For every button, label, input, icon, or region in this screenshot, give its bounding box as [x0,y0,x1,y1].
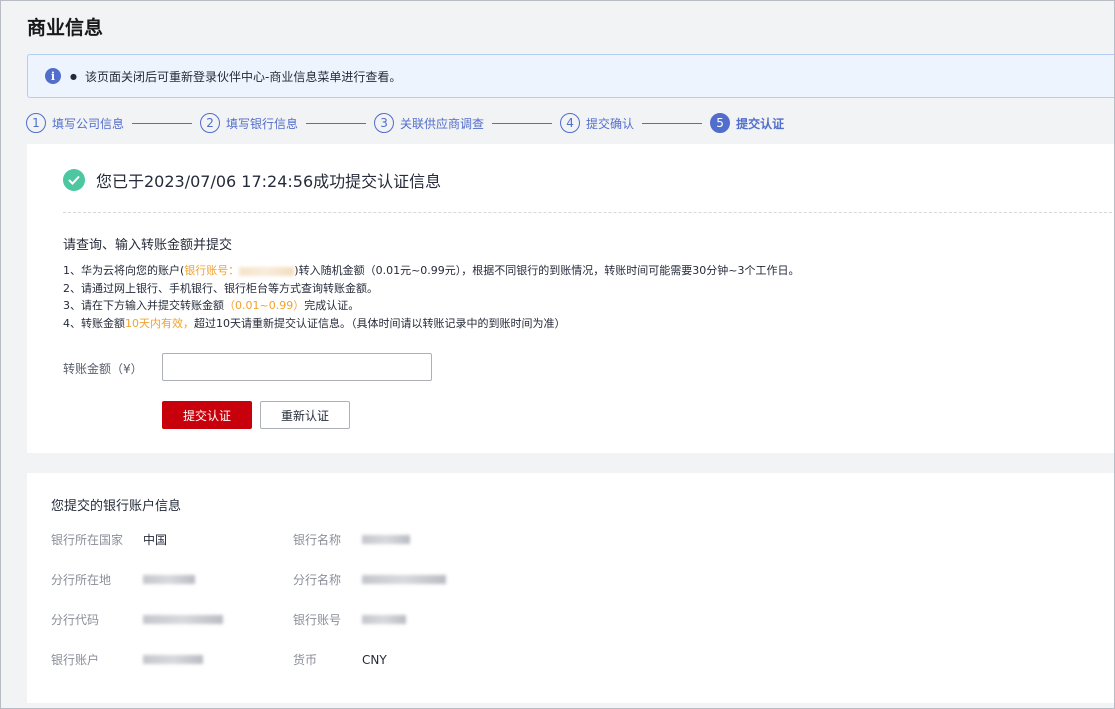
step-connector [132,122,193,124]
redacted-value [362,535,410,544]
redacted-account [239,266,295,276]
redacted-value [362,575,446,584]
field-bank-account: 银行账户 [51,651,203,668]
step-4: 4 提交确认 [560,113,634,133]
text: 1、华为云将向您的账户( [63,264,185,277]
highlight-text: 10天内有效， [125,316,194,330]
amount-input[interactable] [162,353,432,381]
step-label: 关联供应商调查 [400,116,485,131]
field-label: 银行账户 [51,653,100,667]
field-label: 银行所在国家 [51,533,124,547]
field-value: 中国 [143,533,168,547]
step-label: 提交认证 [736,116,785,131]
step-5: 5 提交认证 [710,113,784,133]
field-bank-country: 银行所在国家 中国 [51,531,167,548]
divider [63,212,1115,213]
info-icon: i [45,68,61,84]
success-row: 您已于2023/07/06 17:24:56成功提交认证信息 [63,168,441,192]
instructions: 1、华为云将向您的账户(银行账号： )转入随机金额（0.01元~0.99元），根据… [63,262,800,332]
step-1: 1 填写公司信息 [26,113,124,133]
verification-card: 您已于2023/07/06 17:24:56成功提交认证信息 请查询、输入转账金… [27,144,1115,453]
instruction-line-3: 3、请在下方输入并提交转账金额（0.01~0.99）完成认证。 [63,297,800,315]
highlight-text: 银行账号： [184,264,240,277]
field-account-number: 银行账号 [293,611,406,628]
field-value: CNY [362,652,387,667]
step-number: 4 [560,113,581,133]
section-title: 请查询、输入转账金额并提交 [63,238,233,253]
instruction-line-1: 1、华为云将向您的账户(银行账号： )转入随机金额（0.01元~0.99元），根据… [63,262,800,280]
reverify-button[interactable]: 重新认证 [260,401,350,429]
field-label: 货币 [293,653,318,667]
step-2: 2 填写银行信息 [200,113,298,133]
page-title: 商业信息 [27,17,104,39]
text: 超过10天请重新提交认证信息。（具体时间请以转账记录中的到账时间为准） [194,316,566,330]
step-label: 提交确认 [586,116,635,131]
step-number: 3 [374,113,395,133]
amount-label: 转账金额（¥） [63,362,143,376]
bank-info-card: 您提交的银行账户信息 银行所在国家 中国 银行名称 分行所在地 分行名称 分行代… [27,473,1115,703]
highlight-text: （0.01~0.99） [224,299,305,312]
check-circle-icon [63,169,85,191]
instruction-line-2: 2、请通过网上银行、手机银行、银行柜台等方式查询转账金额。 [63,281,378,295]
redacted-value [143,575,195,584]
text: 4、转账金额 [63,316,125,330]
text: )转入随机金额（0.01元~0.99元），根据不同银行的到账情况，转账时间可能需… [294,264,800,277]
field-branch-location: 分行所在地 [51,571,195,588]
field-label: 分行名称 [293,573,342,587]
field-label: 分行代码 [51,613,100,627]
notice-text: 该页面关闭后可重新登录伙伴中心-商业信息菜单进行查看。 [84,69,402,84]
field-label: 分行所在地 [51,573,112,587]
step-number: 5 [710,113,731,133]
redacted-value [362,615,406,624]
notice-bullet: ● [70,71,77,81]
success-message: 您已于2023/07/06 17:24:56成功提交认证信息 [96,172,442,191]
progress-steps: 1 填写公司信息 2 填写银行信息 3 关联供应商调查 4 提交确认 5 提交认… [26,112,784,134]
bank-info-title: 您提交的银行账户信息 [51,499,182,514]
field-label: 银行名称 [293,533,342,547]
step-number: 1 [26,113,46,133]
text: 完成认证。 [304,299,360,312]
field-currency: 货币 CNY [293,651,387,668]
redacted-value [143,655,203,664]
text: 3、请在下方输入并提交转账金额 [63,299,224,312]
instruction-line-4: 4、转账金额10天内有效，超过10天请重新提交认证信息。（具体时间请以转账记录中… [63,315,800,333]
step-label: 填写公司信息 [52,116,125,131]
step-connector [642,122,703,124]
field-bank-name: 银行名称 [293,531,410,548]
submit-verification-button[interactable]: 提交认证 [162,401,252,429]
field-branch-name: 分行名称 [293,571,446,588]
step-label: 填写银行信息 [226,116,299,131]
step-number: 2 [200,113,221,133]
field-branch-code: 分行代码 [51,611,223,628]
step-3: 3 关联供应商调查 [374,113,484,133]
field-label: 银行账号 [293,613,342,627]
step-connector [306,122,367,124]
step-connector [492,122,553,124]
notice-banner: i ● 该页面关闭后可重新登录伙伴中心-商业信息菜单进行查看。 [27,54,1115,98]
redacted-value [143,615,223,624]
